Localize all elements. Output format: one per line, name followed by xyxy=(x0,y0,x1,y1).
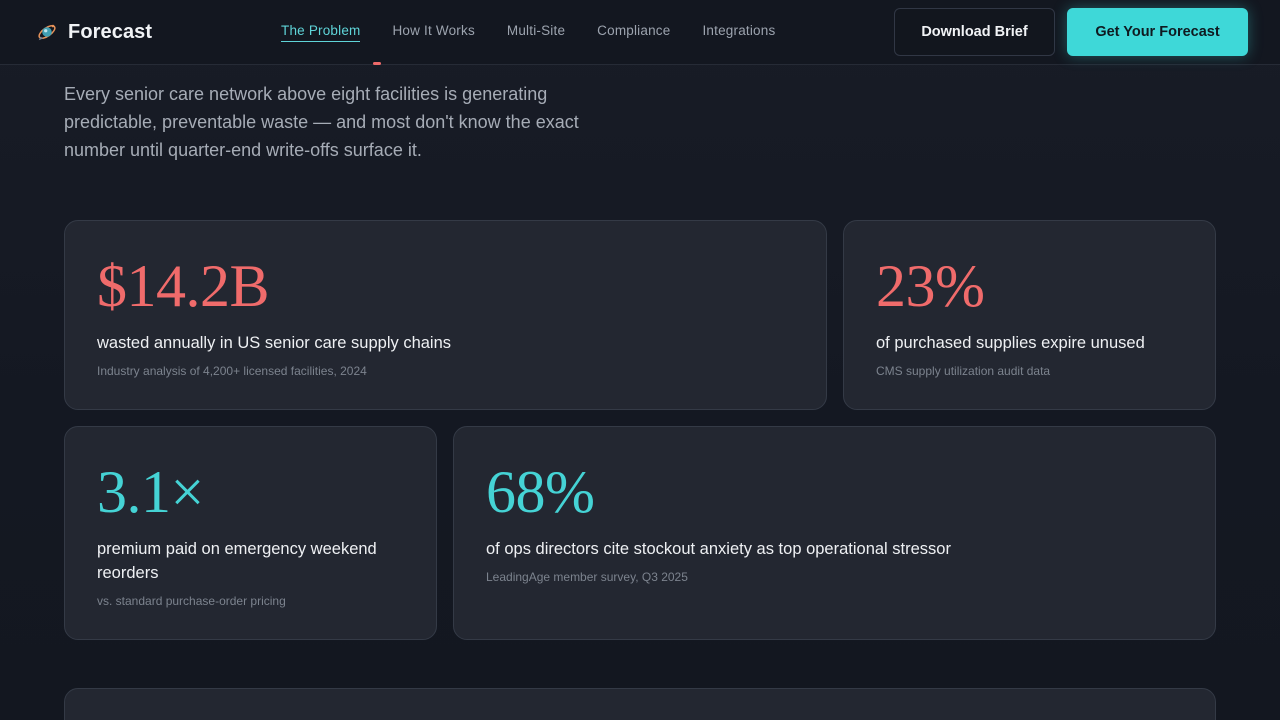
stat-label: of purchased supplies expire unused xyxy=(876,334,1145,352)
stat-label: wasted annually in US senior care supply… xyxy=(97,334,452,352)
stat-card-waste: $14.2B wasted annually in US senior care… xyxy=(64,220,827,410)
stat-source: LeadingAge member survey, Q3 2025 xyxy=(486,570,688,584)
section-heading-remnant xyxy=(373,62,381,65)
stat-label: of ops directors cite stockout anxiety a… xyxy=(486,540,951,558)
nav-link-the-problem[interactable]: The Problem xyxy=(281,23,361,42)
brand-logo[interactable]: Forecast xyxy=(36,19,152,45)
stat-value: 3.1× xyxy=(97,459,204,525)
nav-link-multi-site[interactable]: Multi-Site xyxy=(507,23,565,42)
next-section-card xyxy=(64,688,1216,720)
top-navigation: Forecast The Problem How It Works Multi-… xyxy=(0,0,1280,65)
stat-source: Industry analysis of 4,200+ licensed fac… xyxy=(97,364,367,378)
primary-nav: The Problem How It Works Multi-Site Comp… xyxy=(281,23,775,42)
stat-value: $14.2B xyxy=(97,253,270,319)
brand-name: Forecast xyxy=(68,20,153,43)
brand-satellite-icon xyxy=(38,24,56,41)
stat-value: 23% xyxy=(876,253,985,319)
nav-link-compliance[interactable]: Compliance xyxy=(597,23,670,42)
stat-value: 68% xyxy=(486,459,595,525)
intro-paragraph: Every senior care network above eight fa… xyxy=(64,84,579,160)
nav-link-integrations[interactable]: Integrations xyxy=(702,23,775,42)
get-forecast-button[interactable]: Get Your Forecast xyxy=(1067,8,1248,56)
stat-source: CMS supply utilization audit data xyxy=(876,364,1051,378)
stat-card-stockout-anxiety: 68% of ops directors cite stockout anxie… xyxy=(453,426,1216,640)
stat-label: premium paid on emergency weekend reorde… xyxy=(97,540,377,582)
download-brief-button[interactable]: Download Brief xyxy=(894,8,1055,56)
nav-link-how-it-works[interactable]: How It Works xyxy=(392,23,474,42)
stat-card-emergency-premium: 3.1× premium paid on emergency weekend r… xyxy=(64,426,437,640)
stat-source: vs. standard purchase-order pricing xyxy=(97,594,286,608)
stat-card-expired-supplies: 23% of purchased supplies expire unused … xyxy=(843,220,1216,410)
